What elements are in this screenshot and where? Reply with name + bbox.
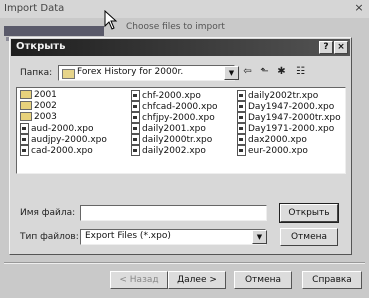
list-item[interactable]: eur-2000.xpo [237, 145, 343, 156]
folder-icon [20, 101, 32, 110]
outer-close-icon[interactable]: × [352, 1, 366, 15]
list-item[interactable]: daily2000tr.xpo [131, 134, 236, 145]
wizard-separator [4, 262, 365, 264]
wizard-next-button[interactable]: Далее > [168, 271, 226, 289]
file-icon [20, 123, 29, 134]
folder-icon [20, 112, 32, 121]
view-menu-icon[interactable]: ☷ [294, 66, 307, 78]
folder-icon [62, 69, 75, 79]
dialog-title: Открыть [16, 41, 66, 52]
look-in-combo[interactable]: Forex History for 2000r. [58, 65, 235, 81]
open-file-dialog: Открыть ? × Папка: Forex History for 200… [9, 37, 352, 255]
up-folder-icon[interactable]: ⬑ [258, 66, 271, 78]
wizard-back-button[interactable]: < Назад [110, 271, 168, 289]
outer-banner [4, 26, 104, 36]
list-item[interactable]: 2002 [20, 101, 125, 112]
file-icon [237, 145, 246, 156]
import-data-title: Import Data [4, 3, 65, 14]
wizard-help-button[interactable]: Справка [302, 271, 362, 289]
file-icon [20, 134, 29, 145]
file-list[interactable]: 2001 2002 2003 aud-2000.xpo audjpy-2000.… [16, 87, 346, 174]
list-item[interactable]: chfjpy-2000.xpo [131, 112, 236, 123]
file-column-1: 2001 2002 2003 aud-2000.xpo audjpy-2000.… [20, 90, 125, 156]
filename-label: Имя файла: [20, 208, 76, 218]
file-icon [237, 123, 246, 134]
file-icon [237, 90, 246, 101]
file-icon [237, 101, 246, 112]
folder-icon [20, 90, 32, 99]
list-item[interactable]: dax2000.xpo [237, 134, 343, 145]
list-item[interactable]: Day1947-2000.xpo [237, 101, 343, 112]
new-folder-icon[interactable]: ✱ [275, 66, 288, 78]
list-item[interactable]: 2003 [20, 112, 125, 123]
file-icon [131, 134, 140, 145]
filetype-combo[interactable]: Export Files (*.xpo) [80, 229, 266, 245]
open-button[interactable]: Открыть [279, 203, 339, 223]
import-data-titlebar: Import Data [0, 0, 369, 18]
look-in-value: Forex History for 2000r. [77, 67, 184, 77]
dialog-close-button[interactable]: × [334, 41, 348, 54]
file-icon [237, 112, 246, 123]
list-item[interactable]: cad-2000.xpo [20, 145, 125, 156]
file-icon [131, 112, 140, 123]
dialog-titlebar: Открыть ? × [11, 39, 350, 56]
list-item[interactable]: aud-2000.xpo [20, 123, 125, 134]
file-icon [131, 101, 140, 112]
list-item[interactable]: daily2002.xpo [131, 145, 236, 156]
list-item[interactable]: daily2001.xpo [131, 123, 236, 134]
filetype-label: Тип файлов: [20, 232, 79, 242]
list-item[interactable]: Day1971-2000.xpo [237, 123, 343, 134]
filetype-value: Export Files (*.xpo) [85, 231, 171, 241]
look-in-label: Папка: [20, 68, 53, 78]
wizard-cancel-button[interactable]: Отмена [234, 271, 292, 289]
file-icon [131, 123, 140, 134]
back-icon[interactable]: ⇦ [241, 66, 254, 78]
file-icon [237, 134, 246, 145]
list-item[interactable]: Day1947-2000tr.xpo [237, 112, 343, 123]
cancel-button[interactable]: Отмена [280, 228, 338, 246]
file-icon [20, 145, 29, 156]
list-item[interactable]: chf-2000.xpo [131, 90, 236, 101]
list-item[interactable]: chfcad-2000.xpo [131, 101, 236, 112]
filetype-dropdown-icon[interactable]: ▼ [252, 230, 267, 244]
file-column-3: daily2002tr.xpo Day1947-2000.xpo Day1947… [237, 90, 343, 156]
look-in-dropdown-icon[interactable]: ▼ [224, 66, 239, 80]
help-button[interactable]: ? [319, 41, 333, 54]
outer-hint-text: Choose files to import [126, 22, 225, 32]
file-icon [131, 145, 140, 156]
filename-input[interactable] [80, 205, 267, 221]
list-item[interactable]: audjpy-2000.xpo [20, 134, 125, 145]
file-icon [131, 90, 140, 101]
list-item[interactable]: 2001 [20, 90, 125, 101]
mouse-cursor-icon [104, 10, 118, 30]
file-column-2: chf-2000.xpo chfcad-2000.xpo chfjpy-2000… [131, 90, 236, 156]
list-item[interactable]: daily2002tr.xpo [237, 90, 343, 101]
